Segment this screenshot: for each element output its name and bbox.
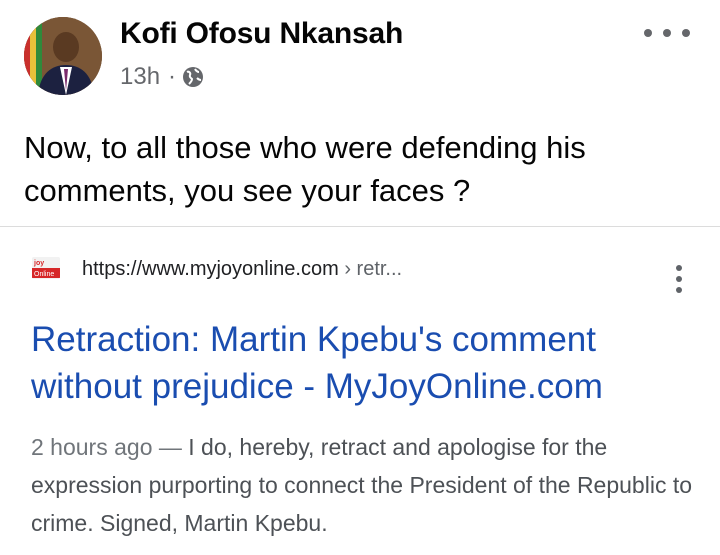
svg-text:Online: Online xyxy=(34,271,54,278)
post-text: Now, to all those who were defending his… xyxy=(24,130,586,208)
result-url-domain: https://www.myjoyonline.com xyxy=(82,258,339,280)
globe-icon[interactable] xyxy=(182,66,204,88)
meta-separator: · xyxy=(168,63,177,90)
more-options-icon[interactable] xyxy=(644,18,690,48)
avatar[interactable] xyxy=(24,17,102,95)
result-snippet: 2 hours ago — I do, hereby, retract and … xyxy=(31,428,701,542)
result-url-breadcrumb: › retr... xyxy=(338,258,403,280)
myjoyonline-favicon-icon: joy Online xyxy=(32,257,60,279)
post-header: Kofi Ofosu Nkansah 13h · xyxy=(0,0,720,110)
result-dash: — xyxy=(152,434,189,460)
svg-text:joy: joy xyxy=(33,260,44,267)
post-time[interactable]: 13h xyxy=(120,63,160,91)
author-name[interactable]: Kofi Ofosu Nkansah xyxy=(120,17,403,51)
post-meta: 13h · xyxy=(120,62,204,92)
more-vertical-icon[interactable] xyxy=(672,265,686,293)
result-title-link[interactable]: Retraction: Martin Kpebu's comment witho… xyxy=(31,316,691,410)
result-url[interactable]: https://www.myjoyonline.com › retr... xyxy=(82,258,402,281)
search-result-card[interactable]: joy Online https://www.myjoyonline.com ›… xyxy=(0,230,720,555)
result-age: 2 hours ago xyxy=(31,434,153,460)
divider xyxy=(0,226,720,227)
